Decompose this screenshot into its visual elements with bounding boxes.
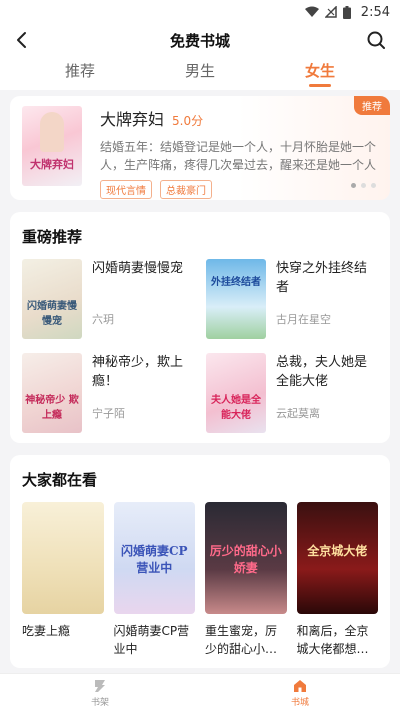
book-item[interactable]: 神秘帝少 欺上瘾 神秘帝少，欺上瘾！ 宁子陌 — [22, 353, 194, 433]
book-cover[interactable]: 闪婚萌妻慢慢宠 — [22, 259, 82, 339]
nav-label: 书架 — [90, 697, 109, 708]
carousel-dot — [361, 183, 366, 188]
status-bar: 2:54 — [0, 0, 400, 24]
book-cover-text: 神秘帝少 欺上瘾 — [25, 395, 79, 421]
book-cover-text: 夫人她是全能大佬 — [211, 395, 261, 421]
book-cover[interactable]: 厉少的甜心小娇妻 — [205, 502, 287, 614]
book-item[interactable]: 夫人她是全能大佬 总裁，夫人她是全能大佬 云起莫离 — [206, 353, 378, 433]
page-title: 免费书城 — [169, 31, 230, 50]
book-title: 闪婚萌妻CP营业中 — [113, 624, 190, 656]
main-content: 大牌弃妇 大牌弃妇 5.0分 结婚五年：结婚登记是她一个人，十月怀胎是她一个人，… — [0, 96, 400, 668]
book-title: 快穿之外挂终结者 — [276, 261, 368, 295]
book-author: 宁子陌 — [92, 407, 125, 420]
wifi-icon — [304, 6, 319, 17]
book-cover[interactable]: 全京城大佬 — [296, 502, 378, 614]
tab-female[interactable]: 女生 — [305, 60, 335, 87]
bottom-navigation: 书架 书城 — [0, 673, 400, 711]
home-icon — [294, 679, 306, 692]
book-author: 六玥 — [92, 313, 114, 326]
hero-info: 大牌弃妇 5.0分 结婚五年：结婚登记是她一个人，十月怀胎是她一个人，生产阵痛，… — [100, 106, 378, 199]
book-item[interactable]: 外挂终结者 快穿之外挂终结者 古月在星空 — [206, 259, 378, 339]
book-cover[interactable]: 夫人她是全能大佬 — [206, 353, 266, 433]
book-title: 吃妻上瘾 — [22, 624, 71, 638]
hero-book-score: 5.0分 — [172, 114, 204, 128]
hero-book-title[interactable]: 大牌弃妇 — [100, 106, 164, 130]
book-author: 云起莫离 — [276, 407, 320, 420]
book-cover[interactable]: 外挂终结者 — [206, 259, 266, 339]
tab-recommend[interactable]: 推荐 — [65, 60, 95, 87]
book-title: 闪婚萌妻慢慢宠 — [92, 261, 184, 276]
status-time: 2:54 — [360, 4, 390, 20]
book-cover-text: 厉少的甜心小娇妻 — [209, 544, 282, 575]
carousel-dot — [351, 183, 356, 188]
nav-bookstore[interactable]: 书城 — [200, 674, 400, 711]
section-title: 大家都在看 — [22, 471, 98, 489]
back-arrow-icon[interactable] — [12, 30, 32, 50]
book-cover[interactable]: 闪婚萌妻CP营业中 — [113, 502, 195, 614]
book-title: 和离后，全京城大佬都想… — [296, 624, 369, 656]
genre-tag[interactable]: 总裁豪门 — [160, 180, 212, 199]
bookshelf-icon — [95, 679, 105, 692]
book-cover[interactable]: 神秘帝少 欺上瘾 — [22, 353, 82, 433]
book-item[interactable]: 闪婚萌妻CP营业中 闪婚萌妻CP营业中 — [113, 502, 195, 658]
hero-book-description: 结婚五年：结婚登记是她一个人，十月怀胎是她一个人，生产阵痛，疼得几次晕过去，醒来… — [100, 140, 377, 172]
book-title: 神秘帝少，欺上瘾！ — [92, 355, 184, 389]
hero-banner[interactable]: 大牌弃妇 大牌弃妇 5.0分 结婚五年：结婚登记是她一个人，十月怀胎是她一个人，… — [10, 96, 390, 200]
popular-section: 大家都在看 吃妻上瘾 闪婚萌妻CP营业中 闪婚萌妻CP营业中 厉少的甜心小娇妻 … — [10, 455, 390, 668]
carousel-indicator — [351, 183, 376, 188]
app-header: 免费书城 — [0, 24, 400, 56]
nav-label: 书城 — [290, 697, 309, 708]
cover-figure — [40, 112, 64, 152]
book-cover-text: 闪婚萌妻CP营业中 — [120, 544, 188, 575]
book-author: 古月在星空 — [276, 313, 331, 326]
tab-male[interactable]: 男生 — [185, 60, 215, 87]
hero-cover-text: 大牌弃妇 — [30, 158, 74, 171]
book-item[interactable]: 全京城大佬 和离后，全京城大佬都想… — [296, 502, 378, 658]
battery-icon — [342, 5, 351, 19]
book-title: 重生蜜宠，厉少的甜心小… — [205, 624, 278, 656]
nav-bookshelf[interactable]: 书架 — [0, 674, 200, 711]
carousel-dot — [371, 183, 376, 188]
hero-book-cover[interactable]: 大牌弃妇 — [22, 106, 82, 186]
recommend-badge: 推荐 — [354, 96, 390, 115]
book-item[interactable]: 厉少的甜心小娇妻 重生蜜宠，厉少的甜心小… — [205, 502, 287, 658]
signal-off-icon — [324, 6, 337, 18]
book-cover-text: 外挂终结者 — [211, 277, 261, 288]
book-cover-text: 闪婚萌妻慢慢宠 — [27, 301, 77, 327]
category-tabs: 推荐 男生 女生 — [0, 56, 400, 90]
search-icon[interactable] — [366, 30, 386, 50]
book-cover[interactable] — [22, 502, 104, 614]
book-item[interactable]: 闪婚萌妻慢慢宠 闪婚萌妻慢慢宠 六玥 — [22, 259, 194, 339]
book-title: 总裁，夫人她是全能大佬 — [276, 355, 368, 389]
genre-tag[interactable]: 现代言情 — [100, 180, 152, 199]
section-title: 重磅推荐 — [22, 228, 83, 246]
book-item[interactable]: 吃妻上瘾 — [22, 502, 104, 658]
book-cover-text: 全京城大佬 — [307, 544, 368, 558]
featured-section: 重磅推荐 闪婚萌妻慢慢宠 闪婚萌妻慢慢宠 六玥 外挂终结者 快穿之外挂终结者 古… — [10, 212, 390, 443]
